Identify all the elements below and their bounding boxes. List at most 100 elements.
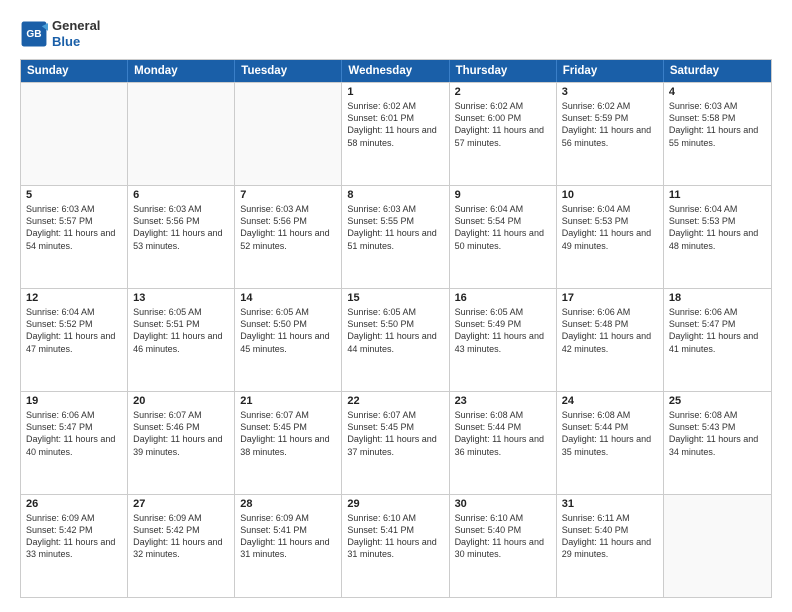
cal-cell: 14 Sunrise: 6:05 AMSunset: 5:50 PMDayligh… [235, 289, 342, 391]
day-number: 14 [240, 292, 336, 304]
cell-info: Sunrise: 6:08 AMSunset: 5:43 PMDaylight:… [669, 409, 766, 458]
cell-info: Sunrise: 6:03 AMSunset: 5:56 PMDaylight:… [240, 203, 336, 252]
cal-cell: 30 Sunrise: 6:10 AMSunset: 5:40 PMDayligh… [450, 495, 557, 597]
cal-cell: 4 Sunrise: 6:03 AMSunset: 5:58 PMDaylight… [664, 83, 771, 185]
cell-info: Sunrise: 6:02 AMSunset: 6:00 PMDaylight:… [455, 100, 551, 149]
cal-cell: 19Sunrise: 6:06 AMSunset: 5:47 PMDayligh… [21, 392, 128, 494]
day-number: 17 [562, 292, 658, 304]
day-number: 2 [455, 86, 551, 98]
cell-info: Sunrise: 6:03 AMSunset: 5:58 PMDaylight:… [669, 100, 766, 149]
cell-info: Sunrise: 6:11 AMSunset: 5:40 PMDaylight:… [562, 512, 658, 561]
cal-cell: 26 Sunrise: 6:09 AMSunset: 5:42 PMDayligh… [21, 495, 128, 597]
cell-info: Sunrise: 6:06 AMSunset: 5:48 PMDaylight:… [562, 306, 658, 355]
day-number: 15 [347, 292, 443, 304]
cal-cell: 5Sunrise: 6:03 AMSunset: 5:57 PMDaylight… [21, 186, 128, 288]
cal-cell: 18Sunrise: 6:06 AMSunset: 5:47 PMDayligh… [664, 289, 771, 391]
cal-cell: 3 Sunrise: 6:02 AMSunset: 5:59 PMDaylight… [557, 83, 664, 185]
cal-cell [664, 495, 771, 597]
cal-cell: 13 Sunrise: 6:05 AMSunset: 5:51 PMDayligh… [128, 289, 235, 391]
cal-cell: 25 Sunrise: 6:08 AMSunset: 5:43 PMDayligh… [664, 392, 771, 494]
cell-info: Sunrise: 6:05 AMSunset: 5:51 PMDaylight:… [133, 306, 229, 355]
cell-info: Sunrise: 6:02 AMSunset: 5:59 PMDaylight:… [562, 100, 658, 149]
day-number: 1 [347, 86, 443, 98]
day-number: 24 [562, 395, 658, 407]
cell-info: Sunrise: 6:05 AMSunset: 5:49 PMDaylight:… [455, 306, 551, 355]
day-number: 26 [26, 498, 122, 510]
cell-info: Sunrise: 6:09 AMSunset: 5:42 PMDaylight:… [26, 512, 122, 561]
day-number: 4 [669, 86, 766, 98]
cell-info: Sunrise: 6:08 AMSunset: 5:44 PMDaylight:… [562, 409, 658, 458]
cal-cell: 7 Sunrise: 6:03 AMSunset: 5:56 PMDaylight… [235, 186, 342, 288]
day-number: 10 [562, 189, 658, 201]
cell-info: Sunrise: 6:10 AMSunset: 5:41 PMDaylight:… [347, 512, 443, 561]
svg-text:GB: GB [26, 29, 41, 40]
cal-cell: 16 Sunrise: 6:05 AMSunset: 5:49 PMDayligh… [450, 289, 557, 391]
day-number: 3 [562, 86, 658, 98]
logo-icon: GB [20, 20, 48, 48]
week-row-2: 5Sunrise: 6:03 AMSunset: 5:57 PMDaylight… [21, 185, 771, 288]
cell-info: Sunrise: 6:03 AMSunset: 5:56 PMDaylight:… [133, 203, 229, 252]
day-number: 29 [347, 498, 443, 510]
cell-info: Sunrise: 6:03 AMSunset: 5:57 PMDaylight:… [26, 203, 122, 252]
day-number: 9 [455, 189, 551, 201]
header-day-friday: Friday [557, 60, 664, 82]
cell-info: Sunrise: 6:07 AMSunset: 5:45 PMDaylight:… [347, 409, 443, 458]
day-number: 27 [133, 498, 229, 510]
cell-info: Sunrise: 6:08 AMSunset: 5:44 PMDaylight:… [455, 409, 551, 458]
cal-cell: 23 Sunrise: 6:08 AMSunset: 5:44 PMDayligh… [450, 392, 557, 494]
day-number: 16 [455, 292, 551, 304]
cell-info: Sunrise: 6:07 AMSunset: 5:45 PMDaylight:… [240, 409, 336, 458]
day-number: 8 [347, 189, 443, 201]
cal-cell: 29 Sunrise: 6:10 AMSunset: 5:41 PMDayligh… [342, 495, 449, 597]
day-number: 22 [347, 395, 443, 407]
calendar-body: 1 Sunrise: 6:02 AMSunset: 6:01 PMDaylight… [21, 82, 771, 597]
cal-cell: 21 Sunrise: 6:07 AMSunset: 5:45 PMDayligh… [235, 392, 342, 494]
calendar: SundayMondayTuesdayWednesdayThursdayFrid… [20, 59, 772, 598]
week-row-4: 19Sunrise: 6:06 AMSunset: 5:47 PMDayligh… [21, 391, 771, 494]
cell-info: Sunrise: 6:09 AMSunset: 5:41 PMDaylight:… [240, 512, 336, 561]
cell-info: Sunrise: 6:04 AMSunset: 5:53 PMDaylight:… [669, 203, 766, 252]
cal-cell: 17 Sunrise: 6:06 AMSunset: 5:48 PMDayligh… [557, 289, 664, 391]
day-number: 18 [669, 292, 766, 304]
day-number: 25 [669, 395, 766, 407]
cal-cell: 20 Sunrise: 6:07 AMSunset: 5:46 PMDayligh… [128, 392, 235, 494]
cal-cell: 27 Sunrise: 6:09 AMSunset: 5:42 PMDayligh… [128, 495, 235, 597]
cal-cell: 24 Sunrise: 6:08 AMSunset: 5:44 PMDayligh… [557, 392, 664, 494]
cell-info: Sunrise: 6:07 AMSunset: 5:46 PMDaylight:… [133, 409, 229, 458]
day-number: 7 [240, 189, 336, 201]
day-number: 20 [133, 395, 229, 407]
cal-cell: 6 Sunrise: 6:03 AMSunset: 5:56 PMDaylight… [128, 186, 235, 288]
cell-info: Sunrise: 6:04 AMSunset: 5:52 PMDaylight:… [26, 306, 122, 355]
header-day-saturday: Saturday [664, 60, 771, 82]
calendar-header: SundayMondayTuesdayWednesdayThursdayFrid… [21, 60, 771, 82]
day-number: 31 [562, 498, 658, 510]
cal-cell: 22 Sunrise: 6:07 AMSunset: 5:45 PMDayligh… [342, 392, 449, 494]
header-day-monday: Monday [128, 60, 235, 82]
day-number: 21 [240, 395, 336, 407]
cal-cell: 2 Sunrise: 6:02 AMSunset: 6:00 PMDaylight… [450, 83, 557, 185]
cal-cell [128, 83, 235, 185]
day-number: 30 [455, 498, 551, 510]
week-row-5: 26 Sunrise: 6:09 AMSunset: 5:42 PMDayligh… [21, 494, 771, 597]
cal-cell: 8 Sunrise: 6:03 AMSunset: 5:55 PMDaylight… [342, 186, 449, 288]
cell-info: Sunrise: 6:02 AMSunset: 6:01 PMDaylight:… [347, 100, 443, 149]
cell-info: Sunrise: 6:04 AMSunset: 5:53 PMDaylight:… [562, 203, 658, 252]
day-number: 12 [26, 292, 122, 304]
week-row-1: 1 Sunrise: 6:02 AMSunset: 6:01 PMDaylight… [21, 82, 771, 185]
cell-info: Sunrise: 6:10 AMSunset: 5:40 PMDaylight:… [455, 512, 551, 561]
header-day-thursday: Thursday [450, 60, 557, 82]
cal-cell [21, 83, 128, 185]
cal-cell: 9Sunrise: 6:04 AMSunset: 5:54 PMDaylight… [450, 186, 557, 288]
cell-info: Sunrise: 6:05 AMSunset: 5:50 PMDaylight:… [347, 306, 443, 355]
day-number: 6 [133, 189, 229, 201]
header-day-tuesday: Tuesday [235, 60, 342, 82]
cal-cell: 1 Sunrise: 6:02 AMSunset: 6:01 PMDaylight… [342, 83, 449, 185]
cell-info: Sunrise: 6:09 AMSunset: 5:42 PMDaylight:… [133, 512, 229, 561]
cell-info: Sunrise: 6:05 AMSunset: 5:50 PMDaylight:… [240, 306, 336, 355]
day-number: 23 [455, 395, 551, 407]
day-number: 28 [240, 498, 336, 510]
day-number: 13 [133, 292, 229, 304]
cell-info: Sunrise: 6:06 AMSunset: 5:47 PMDaylight:… [26, 409, 122, 458]
cell-info: Sunrise: 6:03 AMSunset: 5:55 PMDaylight:… [347, 203, 443, 252]
header-day-sunday: Sunday [21, 60, 128, 82]
